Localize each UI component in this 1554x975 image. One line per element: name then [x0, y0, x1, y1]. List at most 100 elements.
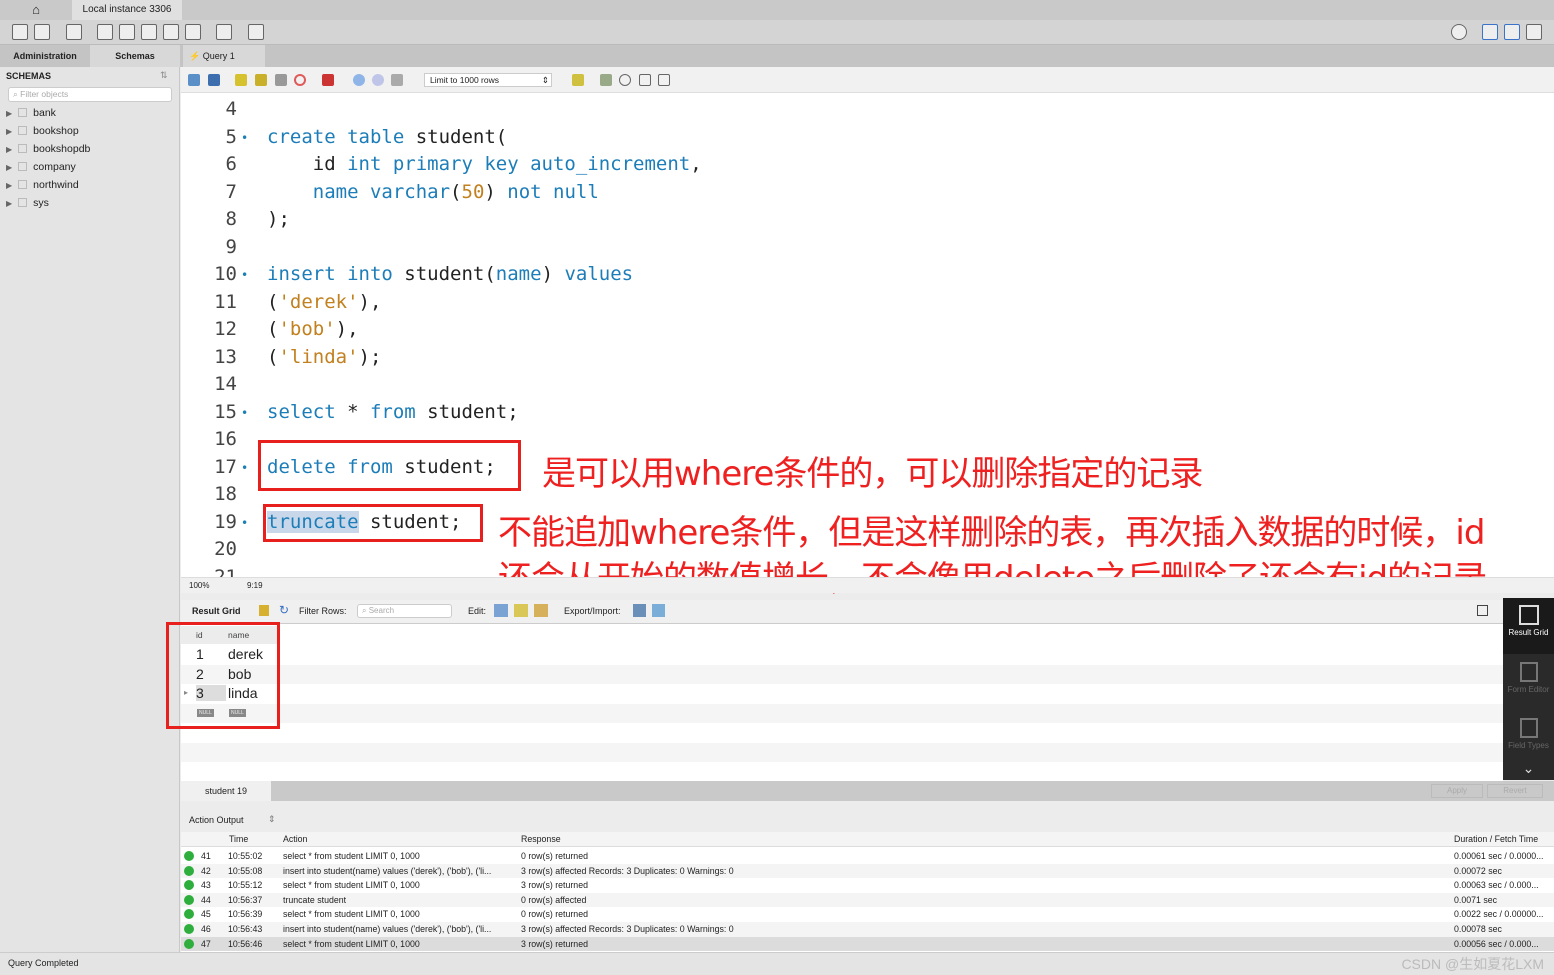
output-row[interactable]: 47 10:56:46 select * from student LIMIT 0,…: [181, 936, 1554, 952]
expand-arrow-icon[interactable]: ▶: [6, 163, 12, 172]
expand-arrow-icon[interactable]: ▶: [6, 109, 12, 118]
expand-arrow-icon[interactable]: ▶: [6, 199, 12, 208]
table-row[interactable]: 1 derek: [181, 645, 1503, 665]
schema-item-sys[interactable]: ▶ sys: [6, 194, 49, 212]
save-icon[interactable]: [208, 74, 220, 86]
table-row[interactable]: NULL NULL: [181, 703, 1503, 723]
rollback-icon[interactable]: [372, 74, 384, 86]
new-sql-tab-icon[interactable]: [12, 24, 28, 40]
row-time: 10:55:08: [228, 865, 263, 876]
toggle-secondary-sidebar-icon[interactable]: [1526, 24, 1542, 40]
schema-item-northwind[interactable]: ▶ northwind: [6, 176, 79, 194]
wrap-lines-icon[interactable]: [658, 74, 670, 86]
commit-icon[interactable]: [353, 74, 365, 86]
tab-administration[interactable]: Administration: [0, 45, 90, 67]
create-schema-icon[interactable]: [97, 24, 113, 40]
field-types-button[interactable]: Field Types: [1503, 714, 1554, 762]
filter-rows-label: Filter Rows:: [299, 606, 347, 616]
row-response: 0 row(s) affected: [521, 894, 587, 905]
chevron-updown-icon: ⇕: [541, 75, 549, 85]
toggle-error-icon[interactable]: [322, 74, 334, 86]
grid-layout-icon[interactable]: [259, 605, 269, 616]
output-row[interactable]: 44 10:56:37 truncate student 0 row(s) affec…: [181, 892, 1554, 908]
delete-row-icon[interactable]: [534, 604, 548, 617]
form-editor-button[interactable]: Form Editor: [1503, 658, 1554, 708]
output-row[interactable]: 46 10:56:43 insert into student(name) valu…: [181, 922, 1554, 937]
text-token: ): [541, 263, 565, 285]
row-duration: 0.00056 sec / 0.000...: [1454, 938, 1539, 949]
explain-icon[interactable]: [275, 74, 287, 86]
output-row[interactable]: 41 10:55:02 select * from student LIMIT 0,…: [181, 849, 1554, 864]
apply-button[interactable]: Apply: [1431, 784, 1483, 798]
bookmark-icon[interactable]: [572, 74, 584, 86]
table-row[interactable]: [181, 723, 1503, 743]
line-number: 18: [214, 483, 237, 505]
table-row[interactable]: [181, 742, 1503, 762]
toggle-sidebar-icon[interactable]: [1482, 24, 1498, 40]
output-row[interactable]: 43 10:55:12 select * from student LIMIT 0,…: [181, 878, 1554, 893]
keyword-token: name varchar: [312, 180, 451, 203]
add-row-icon[interactable]: [514, 604, 528, 617]
refresh-icon[interactable]: ↻: [279, 603, 289, 617]
zoom-level[interactable]: 100%: [189, 581, 209, 590]
limit-rows-select[interactable]: Limit to 1000 rows ⇕: [424, 73, 552, 87]
search-table-data-icon[interactable]: [216, 24, 232, 40]
beautify-icon[interactable]: [600, 74, 612, 86]
find-icon[interactable]: [619, 74, 631, 86]
text-token: ): [484, 180, 508, 203]
schema-item-bookshopdb[interactable]: ▶ bookshopdb: [6, 140, 90, 158]
code-line: name varchar(50) not null: [267, 181, 599, 203]
revert-button[interactable]: Revert: [1487, 784, 1543, 798]
invisible-chars-icon[interactable]: [639, 74, 651, 86]
create-function-icon[interactable]: [185, 24, 201, 40]
execute-icon[interactable]: [235, 74, 247, 86]
expand-arrow-icon[interactable]: ▶: [6, 127, 12, 136]
toggle-panel-icon[interactable]: [1477, 605, 1488, 616]
output-row[interactable]: 42 10:55:08 insert into student(name) valu…: [181, 863, 1554, 879]
inspector-icon[interactable]: [66, 24, 82, 40]
refresh-icon[interactable]: ⇅: [160, 70, 168, 81]
row-duration: 0.00063 sec / 0.000...: [1454, 880, 1539, 891]
create-view-icon[interactable]: [141, 24, 157, 40]
output-header: Action Output ⇕: [181, 810, 1554, 830]
export-icon[interactable]: [633, 604, 646, 617]
open-file-icon[interactable]: [188, 74, 200, 86]
open-sql-script-icon[interactable]: [34, 24, 50, 40]
toggle-output-icon[interactable]: [1504, 24, 1520, 40]
code-line: select * from student;: [267, 401, 519, 423]
result-tab-student-19[interactable]: student 19: [181, 781, 271, 801]
expand-arrow-icon[interactable]: ▶: [6, 145, 12, 154]
action-output-select[interactable]: Action Output: [189, 815, 244, 825]
home-icon[interactable]: ⌂: [0, 0, 72, 20]
table-row[interactable]: 2 bob: [181, 664, 1503, 684]
create-table-icon[interactable]: [119, 24, 135, 40]
tab-query-1[interactable]: ⚡ Query 1: [183, 45, 265, 67]
chevron-down-icon[interactable]: ⌄: [1503, 760, 1554, 777]
table-row[interactable]: [181, 762, 1503, 782]
filter-search-input[interactable]: ⌕ Search: [357, 604, 452, 618]
create-procedure-icon[interactable]: [163, 24, 179, 40]
autocommit-icon[interactable]: [391, 74, 403, 86]
schema-item-bookshop[interactable]: ▶ bookshop: [6, 122, 79, 140]
schema-item-bank[interactable]: ▶ bank: [6, 104, 56, 122]
instance-tab[interactable]: Local instance 3306: [72, 0, 182, 20]
stop-icon[interactable]: [294, 74, 306, 86]
row-response: 3 row(s) affected Records: 3 Duplicates:…: [521, 924, 734, 934]
filter-objects-input[interactable]: ⌕ Filter objects: [8, 87, 172, 102]
delete-annotation: 是可以用where条件的，可以删除指定的记录: [542, 454, 1203, 494]
chevron-updown-icon[interactable]: ⇕: [268, 814, 276, 825]
column-response: Response: [521, 834, 561, 844]
keyword-token: not null: [507, 180, 599, 203]
settings-icon[interactable]: [1451, 24, 1467, 40]
edit-row-icon[interactable]: [494, 604, 508, 617]
expand-arrow-icon[interactable]: ▶: [6, 181, 12, 190]
tab-schemas[interactable]: Schemas: [90, 45, 180, 67]
field-types-icon: [1519, 718, 1538, 738]
schema-item-company[interactable]: ▶ company: [6, 158, 76, 176]
import-icon[interactable]: [652, 604, 665, 617]
result-grid-view-button[interactable]: Result Grid: [1503, 598, 1554, 654]
reconnect-icon[interactable]: [248, 24, 264, 40]
output-row[interactable]: 45 10:56:39 select * from student LIMIT 0,…: [181, 907, 1554, 922]
table-row[interactable]: 3 linda ▸: [181, 684, 1503, 704]
execute-current-icon[interactable]: [255, 74, 267, 86]
